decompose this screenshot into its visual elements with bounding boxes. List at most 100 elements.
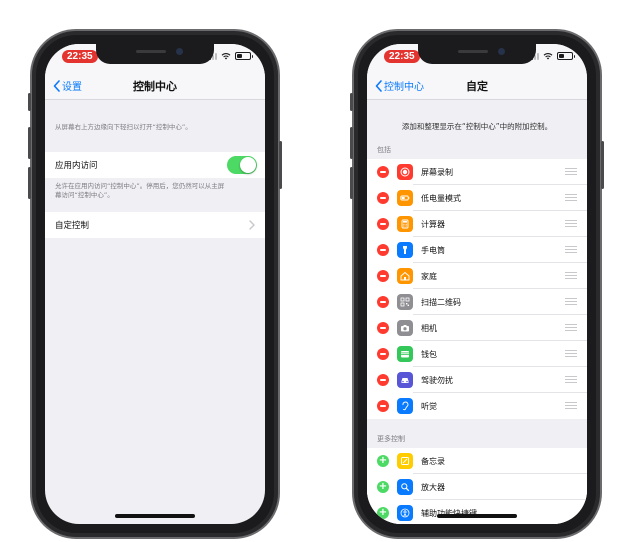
right-screen: 22:35 控制中心 自定 添加和整理显示在“控制中心”中的附加控制。 包括 屏…	[367, 44, 587, 524]
car-icon	[397, 372, 413, 388]
more-section-header: 更多控制	[377, 435, 405, 443]
volume-down-button	[350, 167, 353, 199]
control-row: 低电量模式	[367, 185, 587, 211]
control-label: 计算器	[421, 220, 445, 229]
control-label: 手电筒	[421, 246, 445, 255]
remove-control-button[interactable]	[377, 400, 389, 412]
control-label: 听觉	[421, 402, 437, 411]
battery-icon	[557, 52, 575, 60]
control-label: 屏幕录制	[421, 168, 453, 177]
reorder-handle-icon[interactable]	[565, 324, 577, 332]
control-row: 手电筒	[367, 237, 587, 263]
remove-control-button[interactable]	[377, 374, 389, 386]
earpiece-speaker	[458, 50, 488, 53]
remove-control-button[interactable]	[377, 296, 389, 308]
home-indicator[interactable]	[115, 514, 195, 518]
control-row: 扫描二维码	[367, 289, 587, 315]
control-row: 备忘录	[367, 448, 587, 474]
reorder-handle-icon[interactable]	[565, 298, 577, 306]
screen-record-icon	[397, 164, 413, 180]
control-row: 屏幕录制	[367, 159, 587, 185]
calculator-icon	[397, 216, 413, 232]
status-time: 22:35	[62, 50, 98, 63]
control-label: 家庭	[421, 272, 437, 281]
control-row: 家庭	[367, 263, 587, 289]
left-screen: 22:35 设置 控制中心 从屏幕右上方边缘向下轻扫以打开“控制中心”。 应用内…	[45, 44, 265, 524]
access-within-apps-label: 应用内访问	[55, 161, 98, 171]
navigation-bar: 设置 控制中心	[45, 70, 265, 100]
remove-control-button[interactable]	[377, 166, 389, 178]
add-control-button[interactable]	[377, 455, 389, 467]
accessibility-icon	[397, 505, 413, 521]
remove-control-button[interactable]	[377, 322, 389, 334]
camera-icon	[397, 320, 413, 336]
reorder-handle-icon[interactable]	[565, 246, 577, 254]
control-row: 辅助功能快捷键	[367, 500, 587, 524]
magnifier-icon	[397, 479, 413, 495]
chevron-right-icon	[249, 220, 255, 230]
control-row: 驾驶勿扰	[367, 367, 587, 393]
control-label: 备忘录	[421, 457, 445, 466]
reorder-handle-icon[interactable]	[565, 194, 577, 202]
remove-control-button[interactable]	[377, 270, 389, 282]
include-section-header: 包括	[377, 146, 391, 154]
settings-content: 从屏幕右上方边缘向下轻扫以打开“控制中心”。 应用内访问 允许在应用内访问“控制…	[45, 101, 265, 524]
volume-up-button	[28, 127, 31, 159]
customize-description: 添加和整理显示在“控制中心”中的附加控制。	[401, 122, 553, 131]
control-row: 放大器	[367, 474, 587, 500]
home-icon	[397, 268, 413, 284]
front-camera	[498, 48, 505, 55]
mute-switch	[350, 93, 353, 111]
mute-switch	[28, 93, 31, 111]
reorder-handle-icon[interactable]	[565, 220, 577, 228]
navigation-bar: 控制中心 自定	[367, 70, 587, 100]
flashlight-icon	[397, 242, 413, 258]
control-label: 低电量模式	[421, 194, 461, 203]
wifi-icon	[543, 53, 553, 60]
earpiece-speaker	[136, 50, 166, 53]
control-row: 听觉	[367, 393, 587, 419]
reorder-handle-icon[interactable]	[565, 376, 577, 384]
volume-down-button	[28, 167, 31, 199]
add-control-button[interactable]	[377, 507, 389, 519]
front-camera	[176, 48, 183, 55]
control-label: 钱包	[421, 350, 437, 359]
remove-control-button[interactable]	[377, 244, 389, 256]
control-label: 驾驶勿扰	[421, 376, 453, 385]
control-label: 放大器	[421, 483, 445, 492]
home-indicator[interactable]	[437, 514, 517, 518]
ear-icon	[397, 398, 413, 414]
status-time: 22:35	[384, 50, 420, 63]
page-title: 自定	[466, 80, 488, 93]
reorder-handle-icon[interactable]	[565, 272, 577, 280]
notch	[418, 44, 536, 64]
add-control-button[interactable]	[377, 481, 389, 493]
reorder-handle-icon[interactable]	[565, 402, 577, 410]
page-title: 控制中心	[133, 80, 177, 93]
access-within-apps-toggle[interactable]	[227, 156, 257, 174]
wifi-icon	[221, 53, 231, 60]
control-label: 相机	[421, 324, 437, 333]
access-footer: 允许在应用内访问“控制中心”。停用后，您仍然可以从主屏幕访问“控制中心”。	[45, 178, 265, 200]
customize-controls-row[interactable]: 自定控制	[45, 212, 265, 238]
swipe-description: 从屏幕右上方边缘向下轻扫以打开“控制中心”。	[55, 123, 192, 131]
volume-up-button	[350, 127, 353, 159]
notes-icon	[397, 453, 413, 469]
reorder-handle-icon[interactable]	[565, 168, 577, 176]
remove-control-button[interactable]	[377, 348, 389, 360]
toggle-knob	[240, 157, 256, 173]
right-phone: 22:35 控制中心 自定 添加和整理显示在“控制中心”中的附加控制。 包括 屏…	[350, 29, 604, 539]
control-label: 扫描二维码	[421, 298, 461, 307]
reorder-handle-icon[interactable]	[565, 350, 577, 358]
customize-controls-label: 自定控制	[55, 221, 90, 231]
customize-content: 添加和整理显示在“控制中心”中的附加控制。 包括 屏幕录制低电量模式计算器手电筒…	[367, 101, 587, 524]
remove-control-button[interactable]	[377, 218, 389, 230]
wallet-icon	[397, 346, 413, 362]
control-row: 相机	[367, 315, 587, 341]
left-phone: 22:35 设置 控制中心 从屏幕右上方边缘向下轻扫以打开“控制中心”。 应用内…	[28, 29, 282, 539]
battery-icon	[235, 52, 253, 60]
power-button	[601, 141, 604, 189]
more-controls-list: 备忘录放大器辅助功能快捷键	[367, 448, 587, 524]
remove-control-button[interactable]	[377, 192, 389, 204]
included-controls-list: 屏幕录制低电量模式计算器手电筒家庭扫描二维码相机钱包驾驶勿扰听觉	[367, 159, 587, 419]
